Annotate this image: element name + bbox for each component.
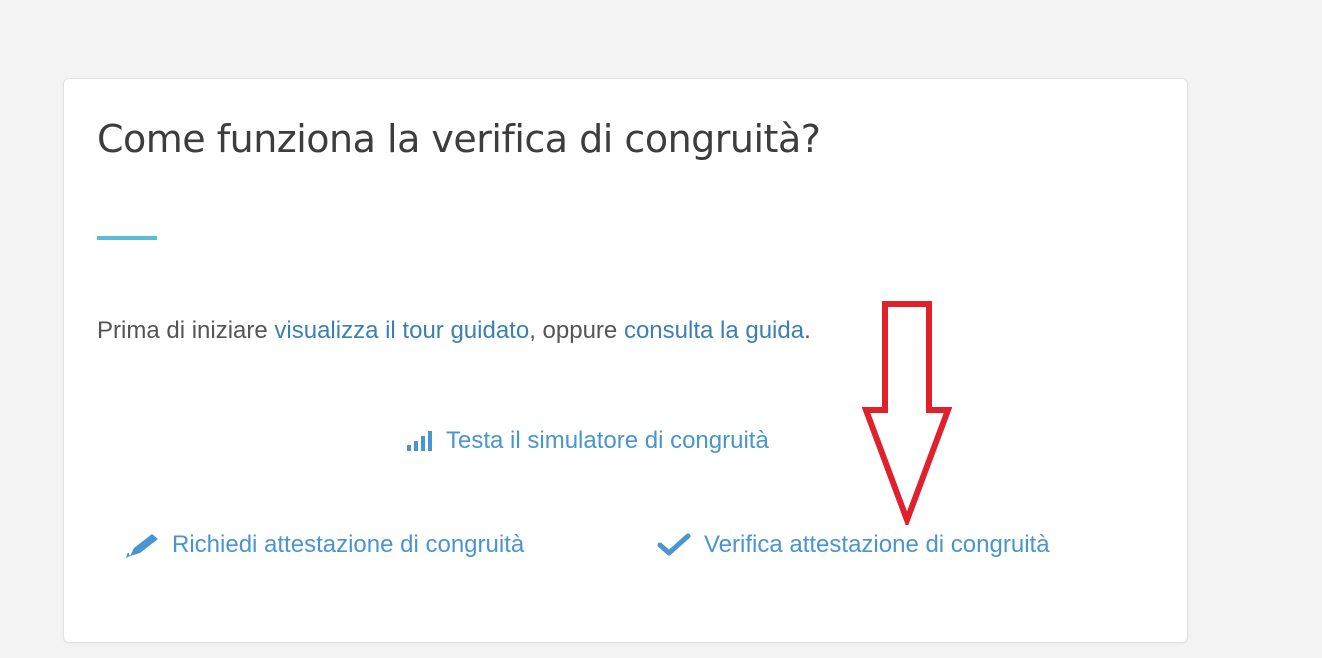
intro-prefix: Prima di iniziare — [97, 317, 275, 344]
simulator-link[interactable]: Testa il simulatore di congruità — [404, 427, 769, 455]
title-accent-bar — [97, 236, 157, 240]
request-attestation-label: Richiedi attestazione di congruità — [172, 531, 525, 558]
checkmark-icon — [654, 532, 694, 558]
intro-suffix: . — [804, 317, 811, 344]
intro-text: Prima di iniziare visualizza il tour gui… — [97, 317, 811, 345]
request-attestation-link[interactable]: Richiedi attestazione di congruità — [122, 531, 524, 559]
simulator-link-label: Testa il simulatore di congruità — [446, 427, 769, 454]
tour-link[interactable]: visualizza il tour guidato — [274, 317, 529, 344]
intro-middle: , oppure — [529, 317, 624, 344]
verify-attestation-link[interactable]: Verifica attestazione di congruità — [654, 531, 1050, 559]
info-card: Come funziona la verifica di congruità? … — [63, 78, 1188, 643]
card-title: Come funziona la verifica di congruità? — [97, 117, 821, 161]
signal-bars-icon — [404, 429, 436, 453]
verify-attestation-label: Verifica attestazione di congruità — [704, 531, 1050, 558]
pencil-icon — [122, 532, 162, 558]
guide-link[interactable]: consulta la guida — [624, 317, 804, 344]
